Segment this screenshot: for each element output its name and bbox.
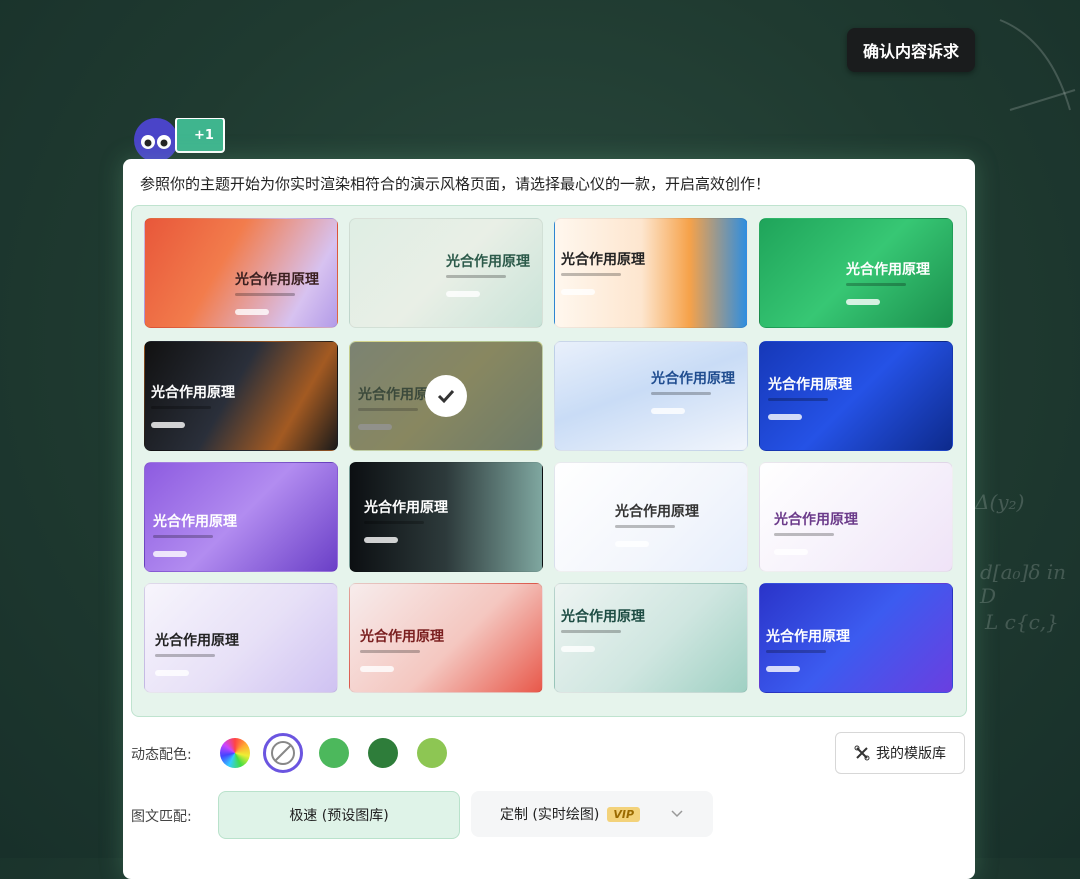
chalk-formula-1: Δ(y₂) bbox=[975, 490, 1025, 514]
template-button-bar bbox=[615, 541, 649, 547]
template-button-bar bbox=[766, 666, 800, 672]
swatch-rainbow[interactable] bbox=[220, 738, 250, 768]
color-row-label: 动态配色: bbox=[131, 747, 192, 763]
template-title: 光合作用原理 bbox=[155, 633, 239, 649]
template-button-bar bbox=[846, 299, 880, 305]
swatch-green-lime[interactable] bbox=[417, 738, 447, 768]
swatch-green-dark[interactable] bbox=[368, 738, 398, 768]
template-button-bar bbox=[768, 414, 802, 420]
template-title: 光合作用原理 bbox=[615, 504, 699, 520]
template-card[interactable]: 光合作用原理 bbox=[759, 341, 953, 451]
checkmark-icon bbox=[425, 375, 467, 417]
template-button-bar bbox=[561, 646, 595, 652]
confirm-content-button[interactable]: 确认内容诉求 bbox=[847, 28, 975, 72]
template-card[interactable]: 光合作用原理 bbox=[144, 341, 338, 451]
template-card[interactable]: 光合作用原理 bbox=[554, 341, 748, 451]
template-title: 光合作用原理 bbox=[561, 609, 645, 625]
template-subtitle-bar bbox=[364, 521, 424, 524]
template-subtitle-bar bbox=[768, 398, 828, 401]
template-title: 光合作用原理 bbox=[561, 252, 645, 268]
template-card[interactable]: 光合作用原理 bbox=[349, 218, 543, 328]
template-card[interactable]: 光合作用原理 bbox=[759, 218, 953, 328]
template-button-bar bbox=[155, 670, 189, 676]
match-row-label: 图文匹配: bbox=[131, 809, 192, 825]
template-grid: 光合作用原理 光合作用原理 光合作用原理 光合作用原理 光合作用原理 光合作用原理 光合作用… bbox=[131, 205, 967, 717]
template-subtitle-bar bbox=[151, 406, 211, 409]
template-title: 光合作用原理 bbox=[846, 262, 930, 278]
template-card[interactable]: 光合作用原理 bbox=[554, 218, 748, 328]
template-title: 光合作用原理 bbox=[766, 629, 850, 645]
template-subtitle-bar bbox=[235, 293, 295, 296]
template-button-bar bbox=[151, 422, 185, 428]
template-subtitle-bar bbox=[155, 654, 215, 657]
template-button-bar bbox=[446, 291, 480, 297]
chevron-down-icon bbox=[671, 810, 683, 818]
template-title: 光合作用原理 bbox=[153, 514, 237, 530]
template-title: 光合作用原理 bbox=[446, 254, 530, 270]
template-subtitle-bar bbox=[651, 392, 711, 395]
template-button-bar bbox=[651, 408, 685, 414]
template-panel: 参照你的主题开始为你实时渲染相符合的演示风格页面，请选择最心仪的一款，开启高效创… bbox=[123, 159, 975, 879]
template-card[interactable]: 光合作用原理 bbox=[349, 341, 543, 451]
template-title: 光合作用原理 bbox=[151, 385, 235, 401]
template-title: 光合作用原理 bbox=[768, 377, 852, 393]
template-subtitle-bar bbox=[153, 535, 213, 538]
no-color-icon bbox=[271, 741, 295, 765]
tools-icon bbox=[854, 745, 870, 761]
template-subtitle-bar bbox=[774, 533, 834, 536]
option-fast[interactable]: 极速 (预设图库) bbox=[218, 791, 460, 839]
template-subtitle-bar bbox=[561, 630, 621, 633]
template-subtitle-bar bbox=[846, 283, 906, 286]
option-custom-label: 定制 (实时绘图) bbox=[499, 807, 600, 823]
vip-badge: VIP bbox=[607, 806, 641, 822]
template-title: 光合作用原理 bbox=[774, 512, 858, 528]
template-title: 光合作用原理 bbox=[360, 629, 444, 645]
swatch-none-selected[interactable] bbox=[263, 733, 303, 773]
template-title: 光合作用原理 bbox=[235, 272, 319, 288]
option-custom[interactable]: 定制 (实时绘图) VIP bbox=[471, 791, 713, 837]
template-card[interactable]: 光合作用原理 bbox=[349, 462, 543, 572]
swatch-green-light[interactable] bbox=[319, 738, 349, 768]
my-templates-label: 我的模版库 bbox=[876, 746, 946, 762]
template-card[interactable]: 光合作用原理 bbox=[144, 218, 338, 328]
template-button-bar bbox=[364, 537, 398, 543]
template-title: 光合作用原理 bbox=[651, 371, 735, 387]
option-fast-label: 极速 (预设图库) bbox=[289, 808, 389, 824]
template-subtitle-bar bbox=[561, 273, 621, 276]
template-subtitle-bar bbox=[360, 650, 420, 653]
chalk-formula-3: L c{c,} bbox=[985, 610, 1059, 634]
template-button-bar bbox=[360, 666, 394, 672]
my-templates-button[interactable]: 我的模版库 bbox=[835, 732, 965, 774]
template-subtitle-bar bbox=[766, 650, 826, 653]
template-card[interactable]: 光合作用原理 bbox=[554, 583, 748, 693]
template-button-bar bbox=[153, 551, 187, 557]
intro-text: 参照你的主题开始为你实时渲染相符合的演示风格页面，请选择最心仪的一款，开启高效创… bbox=[140, 175, 771, 193]
template-button-bar bbox=[235, 309, 269, 315]
template-subtitle-bar bbox=[446, 275, 506, 278]
chalk-formula-2: d[a₀]δ in D bbox=[980, 560, 1067, 608]
template-button-bar bbox=[774, 549, 808, 555]
template-button-bar bbox=[561, 289, 595, 295]
template-card[interactable]: 光合作用原理 bbox=[144, 462, 338, 572]
template-card[interactable]: 光合作用原理 bbox=[554, 462, 748, 572]
mascot-badge: +1 bbox=[194, 128, 214, 143]
template-card[interactable]: 光合作用原理 bbox=[759, 583, 953, 693]
template-card[interactable]: 光合作用原理 bbox=[759, 462, 953, 572]
template-card[interactable]: 光合作用原理 bbox=[144, 583, 338, 693]
template-subtitle-bar bbox=[615, 525, 675, 528]
template-title: 光合作用原理 bbox=[364, 500, 448, 516]
template-card[interactable]: 光合作用原理 bbox=[349, 583, 543, 693]
chalk-graph bbox=[999, 19, 1076, 111]
